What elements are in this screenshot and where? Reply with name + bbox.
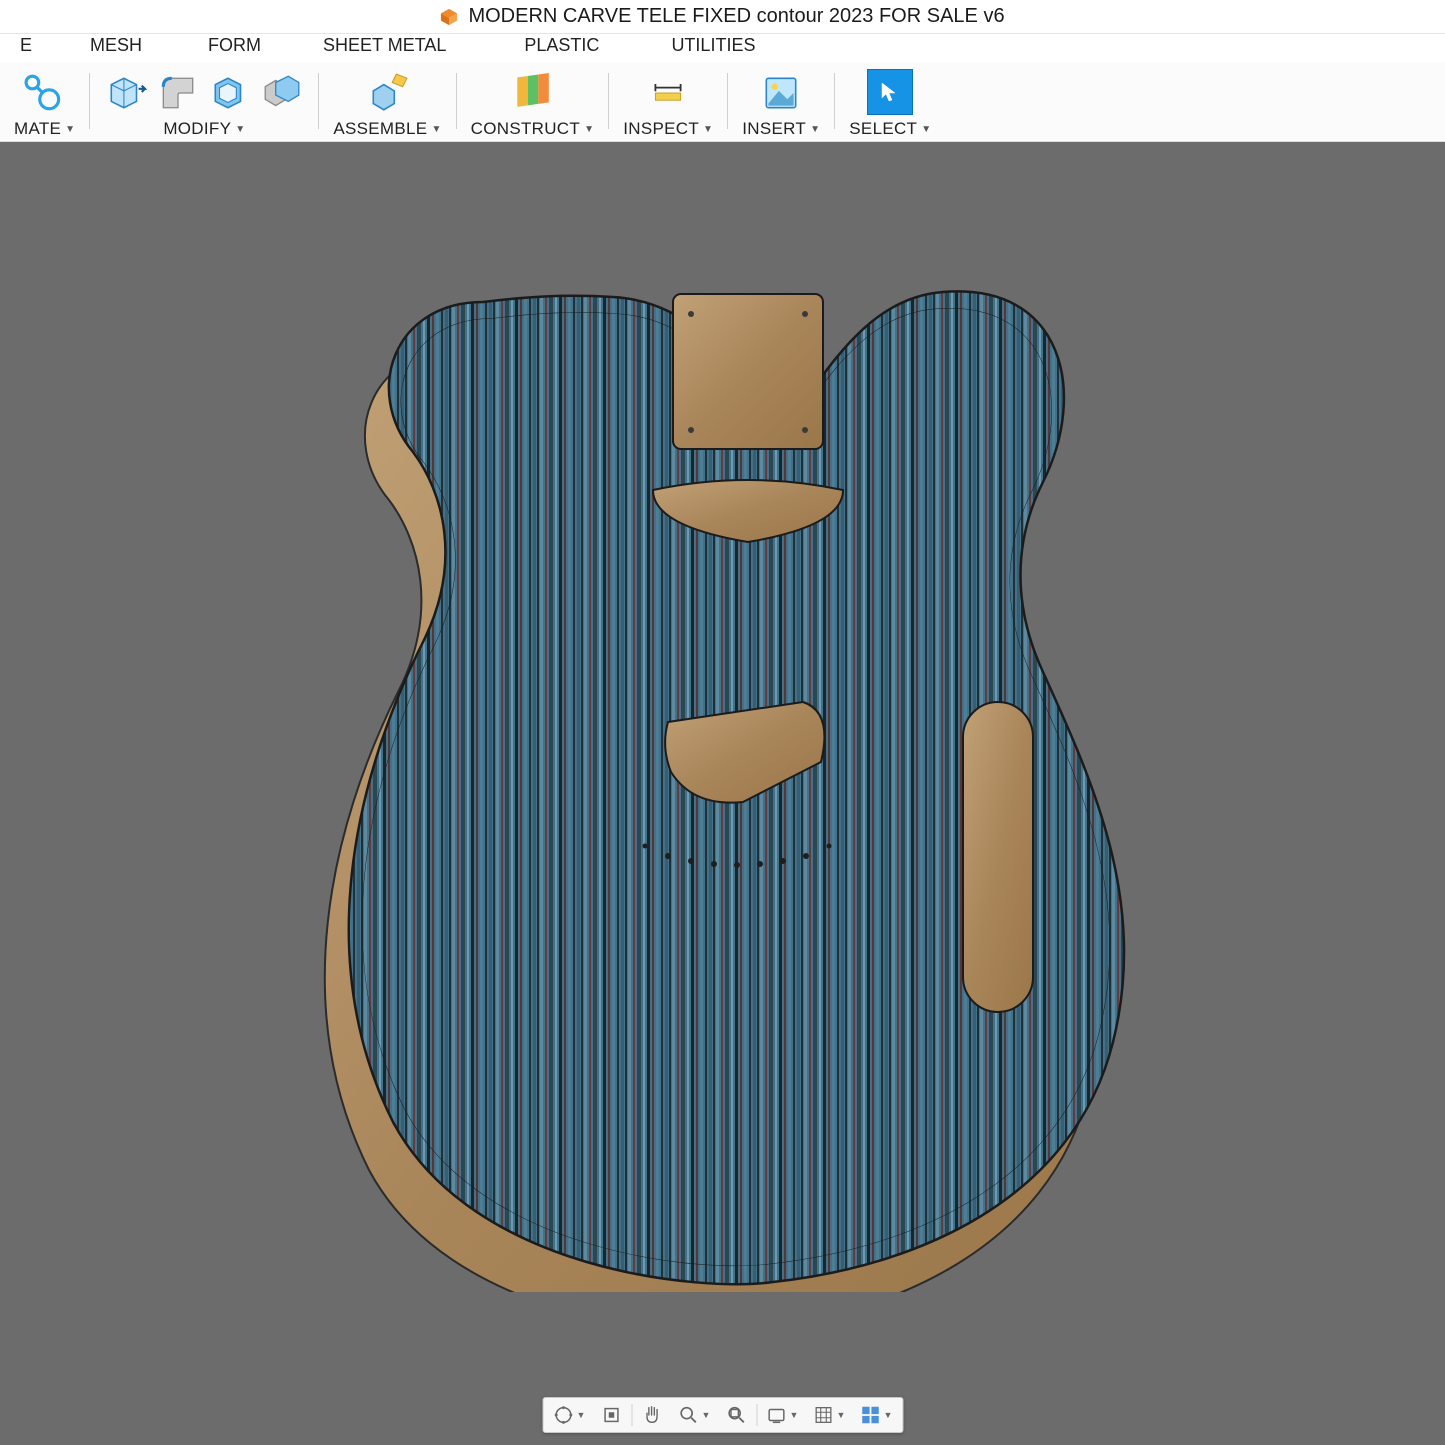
- press-pull-icon[interactable]: [104, 71, 148, 115]
- combine-icon[interactable]: [260, 71, 304, 115]
- nav-divider: [631, 1404, 632, 1426]
- control-cavity: [963, 702, 1033, 1012]
- toolgroup-select-label[interactable]: SELECT▼: [849, 119, 931, 139]
- toolgroup-construct-label[interactable]: CONSTRUCT▼: [471, 119, 595, 139]
- tab-mesh[interactable]: MESH: [76, 33, 156, 62]
- toolgroup-mate: MATE▼: [0, 62, 89, 139]
- fit-button[interactable]: [719, 1401, 753, 1429]
- tab-partial-left[interactable]: E: [6, 33, 46, 62]
- toolgroup-modify-label[interactable]: MODIFY▼: [163, 119, 245, 139]
- nav-divider: [756, 1404, 757, 1426]
- tab-utilities[interactable]: UTILITIES: [657, 33, 769, 62]
- construct-icon[interactable]: [510, 71, 554, 115]
- inspect-icon[interactable]: [646, 71, 690, 115]
- toolgroup-insert-label[interactable]: INSERT▼: [742, 119, 820, 139]
- ribbon-toolbar: MATE▼ MODIFY▼ ASSEMBLE▼: [0, 62, 1445, 142]
- view-nav-bar: ▼ ▼ ▼ ▼ ▼: [542, 1397, 903, 1433]
- fillet-icon[interactable]: [156, 71, 200, 115]
- assemble-icon[interactable]: [366, 71, 410, 115]
- grid-settings-button[interactable]: ▼: [807, 1401, 851, 1429]
- toolgroup-assemble: ASSEMBLE▼: [319, 62, 455, 139]
- shell-icon[interactable]: [208, 71, 252, 115]
- insert-icon[interactable]: [759, 71, 803, 115]
- toolgroup-modify: MODIFY▼: [90, 62, 318, 139]
- display-settings-button[interactable]: ▼: [760, 1401, 804, 1429]
- neck-pocket: [673, 294, 823, 449]
- titlebar: MODERN CARVE TELE FIXED contour 2023 FOR…: [0, 0, 1445, 34]
- pan-button[interactable]: [635, 1401, 669, 1429]
- workspace-tabs: E MESH FORM SHEET METAL PLASTIC UTILITIE…: [0, 34, 1445, 62]
- file-cube-icon: [440, 8, 458, 26]
- toolgroup-inspect-label[interactable]: INSPECT▼: [623, 119, 713, 139]
- orbit-button[interactable]: ▼: [547, 1401, 591, 1429]
- toolgroup-select: SELECT▼: [835, 62, 945, 139]
- telecaster-body: [273, 242, 1173, 1292]
- toolgroup-insert: INSERT▼: [728, 62, 834, 139]
- toolgroup-mate-label[interactable]: MATE▼: [14, 119, 75, 139]
- tab-form[interactable]: FORM: [194, 33, 275, 62]
- look-at-button[interactable]: [594, 1401, 628, 1429]
- select-button-active[interactable]: [867, 69, 913, 115]
- document-title: MODERN CARVE TELE FIXED contour 2023 FOR…: [468, 5, 1004, 28]
- toolgroup-assemble-label[interactable]: ASSEMBLE▼: [333, 119, 441, 139]
- zoom-button[interactable]: ▼: [672, 1401, 716, 1429]
- automate-icon[interactable]: [23, 71, 67, 115]
- tab-plastic[interactable]: PLASTIC: [510, 33, 613, 62]
- model-viewport[interactable]: ▼ ▼ ▼ ▼ ▼: [0, 142, 1445, 1445]
- viewports-button[interactable]: ▼: [854, 1401, 898, 1429]
- toolgroup-inspect: INSPECT▼: [609, 62, 727, 139]
- toolgroup-construct: CONSTRUCT▼: [457, 62, 609, 139]
- tab-sheet-metal[interactable]: SHEET METAL: [309, 33, 460, 62]
